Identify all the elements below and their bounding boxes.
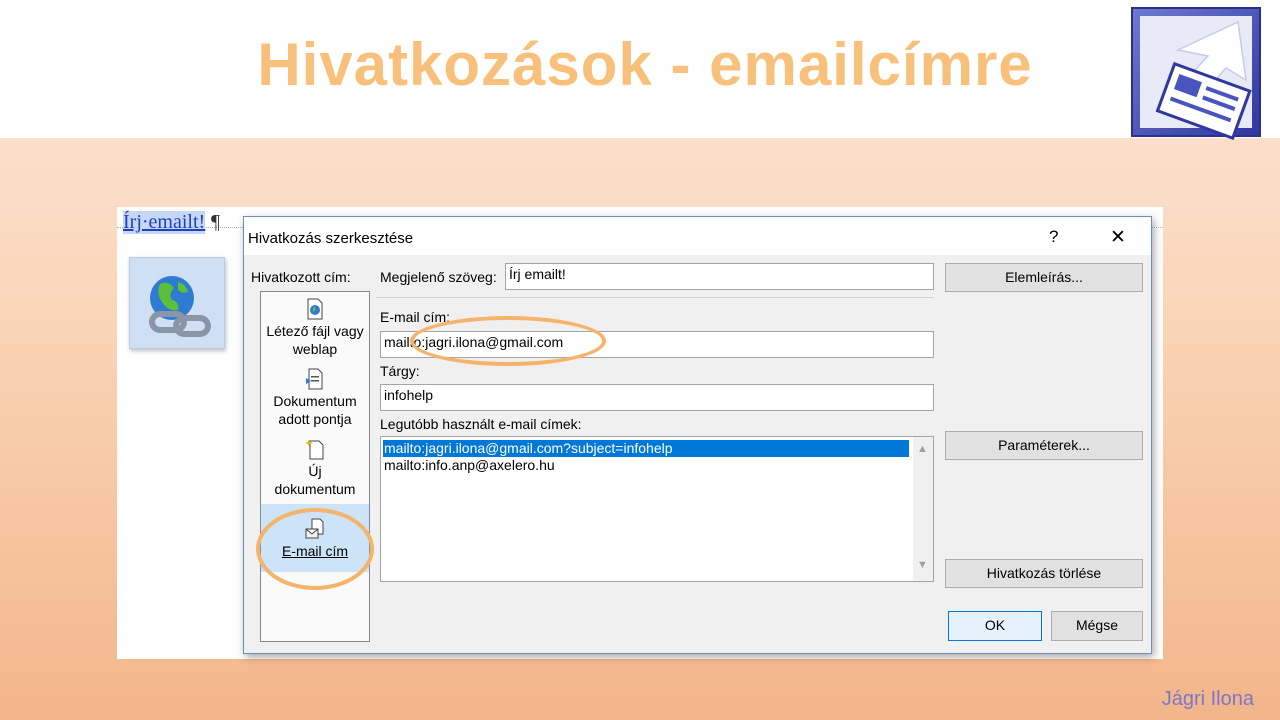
document-bookmark-icon: [306, 368, 323, 390]
list-scrollbar[interactable]: ▲ ▼: [913, 437, 933, 581]
highlight-ellipse-email-tab: [256, 508, 374, 590]
sidebar-item-label: adott pontja: [278, 411, 352, 427]
remove-link-button[interactable]: Hivatkozás törlése: [945, 559, 1143, 588]
recent-emails-label: Legutóbb használt e-mail címek:: [380, 416, 582, 432]
highlight-ellipse-email: [410, 316, 606, 366]
document-hyperlink[interactable]: Írj·emailt!: [123, 211, 206, 234]
screentip-button[interactable]: Elemleírás...: [945, 263, 1143, 292]
sidebar-item-label: Új: [308, 463, 322, 479]
divider: [376, 297, 934, 298]
sidebar-item-existing-file[interactable]: Létező fájl vagy weblap: [261, 294, 369, 362]
cancel-button[interactable]: Mégse: [1051, 611, 1143, 641]
web-page-icon: [307, 298, 323, 320]
sidebar-item-place-in-document[interactable]: Dokumentum adott pontja: [261, 364, 369, 432]
display-text-label: Megjelenő szöveg:: [380, 269, 497, 285]
sidebar-item-label: dokumentum: [274, 481, 356, 497]
edit-hyperlink-dialog: Hivatkozás szerkesztése ? ✕ Hivatkozott …: [243, 216, 1152, 654]
list-item[interactable]: mailto:jagri.ilona@gmail.com?subject=inf…: [383, 440, 909, 457]
display-text-input[interactable]: Írj emailt!: [505, 263, 934, 290]
list-item[interactable]: mailto:info.anp@axelero.hu: [383, 457, 909, 474]
close-button[interactable]: ✕: [1110, 226, 1126, 249]
paragraph-mark: ¶: [211, 211, 221, 233]
parameters-button[interactable]: Paraméterek...: [945, 431, 1143, 460]
slide-title: Hivatkozások - emailcímre: [257, 31, 1033, 98]
scroll-up-icon[interactable]: ▲: [917, 443, 928, 455]
sidebar-item-label: Dokumentum: [273, 393, 357, 409]
new-document-icon: [305, 439, 324, 460]
subject-input[interactable]: infohelp: [380, 384, 934, 411]
subject-label: Tárgy:: [380, 363, 420, 379]
help-button[interactable]: ?: [1049, 227, 1058, 247]
ok-button[interactable]: OK: [948, 611, 1042, 641]
link-to-label: Hivatkozott cím:: [251, 269, 351, 285]
sidebar-item-new-document[interactable]: Új dokumentum: [261, 434, 369, 502]
recent-emails-list[interactable]: mailto:jagri.ilona@gmail.com?subject=inf…: [380, 436, 934, 582]
sidebar-item-label: Létező fájl vagy: [266, 323, 364, 339]
dialog-titlebar: Hivatkozás szerkesztése ? ✕: [244, 217, 1151, 255]
publisher-logo-icon: [1131, 7, 1261, 140]
dialog-title: Hivatkozás szerkesztése: [248, 230, 414, 247]
sidebar-item-label: weblap: [292, 341, 338, 357]
scroll-down-icon[interactable]: ▼: [917, 559, 928, 571]
hyperlink-globe-icon: [129, 257, 225, 349]
slide-author: Jágri Ilona: [1161, 688, 1254, 710]
